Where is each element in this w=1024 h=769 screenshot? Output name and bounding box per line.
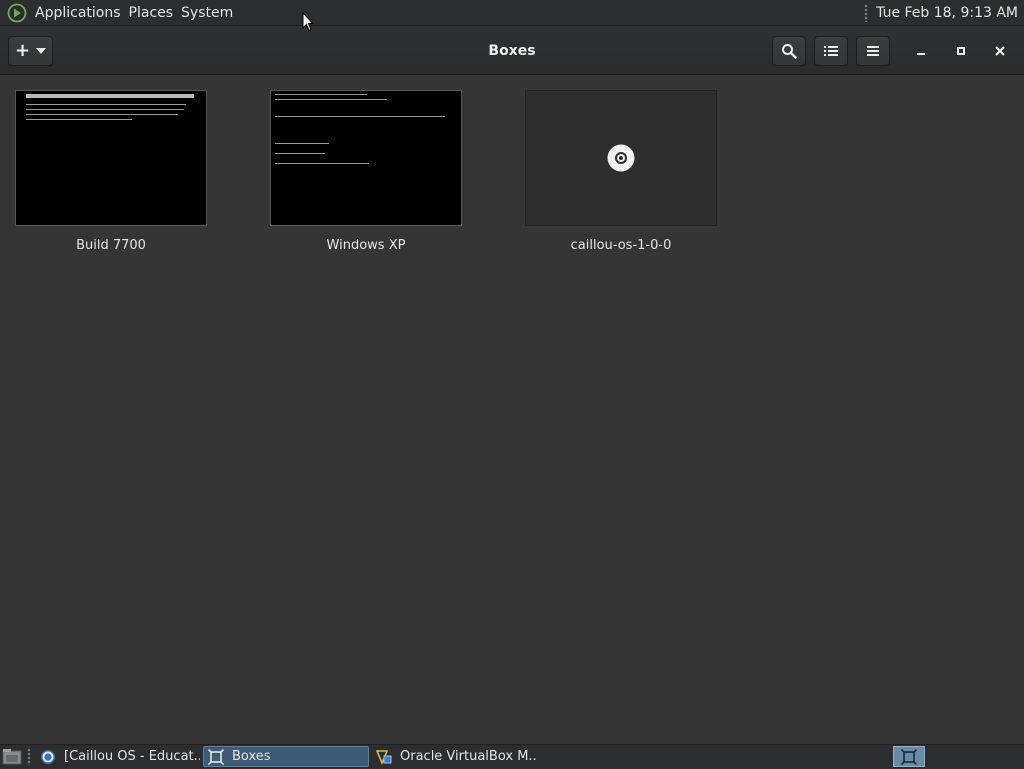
show-desktop-icon[interactable] bbox=[2, 748, 22, 765]
chevron-down-icon bbox=[36, 48, 47, 54]
menu-places[interactable]: Places bbox=[125, 0, 178, 26]
bottom-panel: [Caillou OS - Educat... Boxes Oracle Vir… bbox=[0, 744, 1024, 768]
search-button[interactable] bbox=[772, 36, 806, 66]
list-view-icon bbox=[824, 45, 838, 57]
app-menu-button[interactable] bbox=[856, 36, 890, 66]
box-name: Build 7700 bbox=[76, 238, 146, 253]
box-name: Windows XP bbox=[326, 238, 406, 253]
search-icon bbox=[781, 43, 797, 59]
virtualbox-icon bbox=[376, 749, 392, 765]
maximize-button[interactable] bbox=[949, 39, 973, 63]
menu-system[interactable]: System bbox=[177, 0, 237, 26]
close-button[interactable] bbox=[988, 39, 1012, 63]
panel-handle[interactable] bbox=[864, 3, 869, 22]
headerbar: + Boxes bbox=[0, 27, 1024, 75]
box-tile[interactable]: caillou-os-1-0-0 bbox=[525, 90, 717, 253]
boxes-icon bbox=[901, 748, 917, 765]
taskbar-item[interactable]: Boxes bbox=[203, 746, 369, 767]
mate-logo-icon[interactable] bbox=[6, 2, 28, 24]
vm-thumbnail[interactable] bbox=[525, 90, 717, 226]
box-tile[interactable]: Build 7700 bbox=[15, 90, 207, 253]
taskbar-item-label: Oracle VirtualBox M... bbox=[400, 749, 536, 764]
disc-icon bbox=[607, 144, 635, 172]
boxes-collection: Build 7700 Windows XP caillou-os-1-0-0 bbox=[0, 75, 1024, 744]
browser-icon bbox=[40, 749, 56, 765]
panel-handle[interactable] bbox=[27, 748, 31, 765]
clock[interactable]: Tue Feb 18, 9:13 AM bbox=[876, 5, 1018, 21]
minimize-icon bbox=[916, 46, 926, 56]
vm-thumbnail[interactable] bbox=[270, 90, 462, 226]
vm-thumbnail[interactable] bbox=[15, 90, 207, 226]
taskbar-item-label: [Caillou OS - Educat... bbox=[64, 749, 200, 764]
workspace-switcher[interactable] bbox=[893, 746, 925, 767]
taskbar-item[interactable]: [Caillou OS - Educat... bbox=[36, 746, 200, 767]
taskbar-item[interactable]: Oracle VirtualBox M... bbox=[372, 746, 536, 767]
minimize-button[interactable] bbox=[909, 39, 933, 63]
new-box-button[interactable]: + bbox=[8, 36, 53, 66]
list-view-button[interactable] bbox=[814, 36, 848, 66]
menu-applications[interactable]: Applications bbox=[31, 0, 125, 26]
plus-icon: + bbox=[14, 40, 31, 61]
hamburger-menu-icon bbox=[866, 45, 880, 57]
close-icon bbox=[995, 46, 1005, 56]
boxes-icon bbox=[208, 748, 224, 765]
box-tile[interactable]: Windows XP bbox=[270, 90, 462, 253]
top-panel: Applications Places System Tue Feb 18, 9… bbox=[0, 0, 1024, 26]
taskbar-item-label: Boxes bbox=[232, 749, 271, 764]
box-name: caillou-os-1-0-0 bbox=[570, 238, 672, 253]
maximize-icon bbox=[956, 46, 966, 56]
